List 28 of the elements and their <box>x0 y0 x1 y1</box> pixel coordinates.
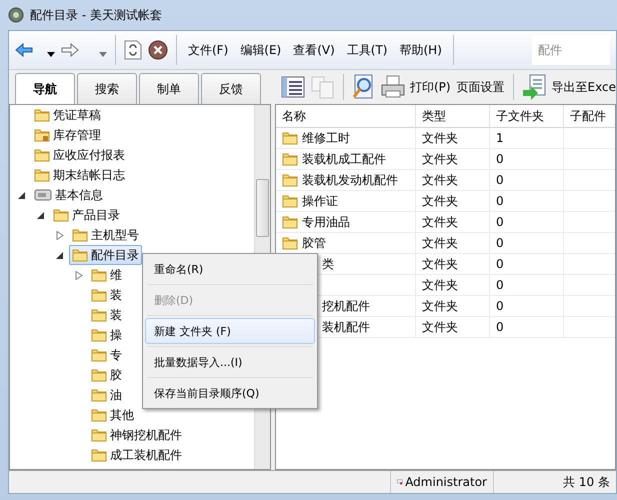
table-cell: 0 <box>490 233 564 254</box>
table-cell: 操作证 <box>276 191 416 212</box>
table-cell: 0 <box>490 296 564 317</box>
table-cell: 文件夹 <box>416 233 490 254</box>
table-cell: 文件夹 <box>416 128 490 149</box>
table-cell: 装载机成工配件 <box>276 149 416 170</box>
table-cell: 文件夹 <box>416 317 490 338</box>
table-cell: 专用油品 <box>276 212 416 233</box>
table-cell: 文件夹 <box>416 170 490 191</box>
table-cell: 文件夹 <box>416 296 490 317</box>
table-cell: 文件夹 <box>416 254 490 275</box>
status-user: Administrator <box>405 475 487 489</box>
table-cell: 文件夹 <box>416 191 490 212</box>
table-cell: 0 <box>490 254 564 275</box>
table-cell: 维修工时 <box>276 128 416 149</box>
table-cell: 0 <box>490 170 564 191</box>
status-count: 共 10 条 <box>563 474 610 490</box>
table-cell: 0 <box>490 275 564 296</box>
table-cell: 文件夹 <box>416 275 490 296</box>
table-cell: 0 <box>490 317 564 338</box>
table-cell: 1 <box>490 128 564 149</box>
table-cell: 装载机发动机配件 <box>276 170 416 191</box>
table-cell: 0 <box>490 212 564 233</box>
table-cell: 0 <box>490 191 564 212</box>
table-cell: 文件夹 <box>416 212 490 233</box>
table-cell: 文件夹 <box>416 149 490 170</box>
table-cell: 0 <box>490 149 564 170</box>
window-title: 配件目录 - 美天测试帐套 <box>30 6 162 24</box>
